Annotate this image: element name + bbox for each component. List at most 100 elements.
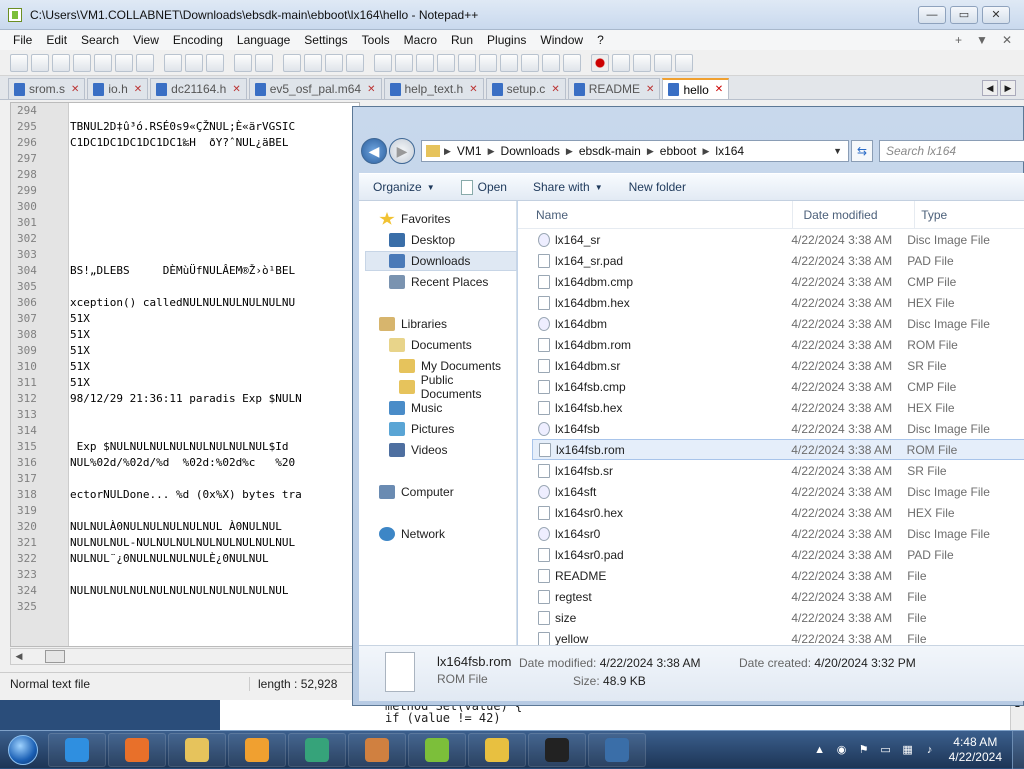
nav-downloads[interactable]: Downloads — [365, 251, 517, 271]
action-center-flag-icon[interactable]: ⚑ — [857, 743, 871, 757]
menu-search[interactable]: Search — [74, 33, 126, 47]
column-name-header[interactable]: Name — [518, 201, 794, 229]
play-macro-icon[interactable] — [633, 53, 651, 72]
nav-videos[interactable]: Videos — [389, 440, 447, 460]
file-row[interactable]: lx164dbm.rom 4/22/2024 3:38 AM ROM File — [532, 334, 1024, 355]
menu-macro[interactable]: Macro — [397, 33, 444, 47]
tab-io-h[interactable]: io.h ✕ — [87, 78, 149, 99]
title-bar[interactable]: C:\Users\VM1.COLLABNET\Downloads\ebsdk-m… — [0, 0, 1024, 30]
menu-plugins[interactable]: Plugins — [480, 33, 533, 47]
start-button[interactable] — [0, 732, 46, 768]
network-status-icon[interactable]: ▦ — [901, 743, 915, 757]
menu-tools[interactable]: Tools — [355, 33, 397, 47]
file-row[interactable]: lx164sr0.pad 4/22/2024 3:38 AM PAD File — [532, 544, 1024, 565]
code-line[interactable] — [70, 407, 359, 423]
clock[interactable]: 4:48 AM 4/22/2024 — [949, 735, 1002, 765]
record-macro-icon[interactable] — [591, 53, 609, 72]
code-line[interactable] — [70, 279, 359, 295]
cut-icon[interactable] — [164, 53, 182, 72]
taskbar-app-green-circle[interactable] — [288, 732, 346, 767]
open-button[interactable]: Open — [460, 179, 507, 195]
tab-list-icon[interactable]: ▼ — [976, 33, 988, 47]
indent-guide-icon[interactable] — [458, 53, 476, 72]
code-line[interactable] — [70, 247, 359, 263]
copy-icon[interactable] — [185, 53, 203, 72]
tab-close-icon[interactable]: ✕ — [71, 84, 79, 95]
tab-close-icon[interactable]: ✕ — [551, 84, 559, 95]
scroll-left-icon[interactable]: ◀ — [11, 651, 27, 662]
file-row[interactable]: yellow 4/22/2024 3:38 AM File — [532, 628, 1024, 645]
organize-button[interactable]: Organize ▼ — [373, 180, 435, 194]
tab-help-text-h[interactable]: help_text.h ✕ — [383, 78, 484, 99]
code-line[interactable] — [70, 471, 359, 487]
code-line[interactable]: TBNUL2D‡û³ó.RSÉ0s9«ÇŽNUL;È«ärVGSIC — [70, 119, 359, 135]
save-all-icon[interactable] — [73, 53, 91, 72]
tab-close-icon[interactable]: ✕ — [646, 84, 654, 95]
tab-readme[interactable]: README ✕ — [567, 78, 661, 99]
taskbar-7zip[interactable] — [528, 732, 586, 767]
file-row[interactable]: lx164fsb 4/22/2024 3:38 AM Disc Image File — [532, 418, 1024, 439]
show-hidden-icons-icon[interactable]: ▲ — [813, 743, 827, 757]
tab-close-icon[interactable]: ✕ — [469, 84, 477, 95]
share-with-button[interactable]: Share with ▼ — [533, 180, 603, 194]
menu-settings[interactable]: Settings — [297, 33, 354, 47]
code-line[interactable]: 51X — [70, 311, 359, 327]
tab-ev5-osf-pal[interactable]: ev5_osf_pal.m64 ✕ — [248, 78, 382, 99]
menu-help[interactable]: ? — [590, 33, 611, 47]
column-type-header[interactable]: Type — [915, 201, 1024, 229]
nav-computer[interactable]: Computer — [379, 482, 454, 502]
back-arrow-icon[interactable]: ◀ — [361, 138, 387, 164]
redo-icon[interactable] — [255, 53, 273, 72]
menu-window[interactable]: Window — [533, 33, 590, 47]
code-line[interactable]: xception() calledNULNULNULNULNULNU — [70, 295, 359, 311]
breadcrumb-lx164[interactable]: lx164 — [711, 144, 748, 158]
print-icon[interactable] — [136, 53, 154, 72]
column-date-header[interactable]: Date modified — [793, 201, 916, 229]
stop-macro-icon[interactable] — [612, 53, 630, 72]
menu-language[interactable]: Language — [230, 33, 297, 47]
code-line[interactable]: 51X — [70, 343, 359, 359]
tab-scroll-right-icon[interactable]: ▶ — [1000, 80, 1016, 96]
breadcrumb-vm1[interactable]: VM1 — [453, 144, 486, 158]
sync-horizontal-icon[interactable] — [395, 53, 413, 72]
search-input[interactable]: Search lx164 — [879, 140, 1024, 162]
tab-close-icon[interactable]: ✕ — [232, 84, 240, 95]
address-bar[interactable]: ▶ VM1 ▶ Downloads ▶ ebsdk-main ▶ ebboot … — [421, 140, 849, 162]
taskbar-firefox[interactable] — [108, 732, 166, 767]
zoom-out-icon[interactable] — [346, 53, 364, 72]
tab-srom-s[interactable]: srom.s ✕ — [8, 78, 86, 99]
code-line[interactable] — [70, 503, 359, 519]
code-line[interactable]: NULNULÀ0NULNULNULNULNUL À0NULNUL — [70, 519, 359, 535]
file-row[interactable]: size 4/22/2024 3:38 AM File — [532, 607, 1024, 628]
code-line[interactable] — [70, 567, 359, 583]
code-line[interactable]: C1DC1DC1DC1DC1DC1‰H ðY?ˆNUL¿äBEL — [70, 135, 359, 151]
save-macro-icon[interactable] — [675, 53, 693, 72]
file-row[interactable]: lx164fsb.sr 4/22/2024 3:38 AM SR File — [532, 460, 1024, 481]
tab-hello[interactable]: hello ✕ — [662, 78, 730, 99]
doc-map-icon[interactable] — [500, 53, 518, 72]
tab-dc21164-h[interactable]: dc21164.h ✕ — [150, 78, 247, 99]
file-row[interactable]: lx164sr0.hex 4/22/2024 3:38 AM HEX File — [532, 502, 1024, 523]
file-row[interactable]: lx164fsb.rom 4/22/2024 3:38 AM ROM File — [532, 439, 1024, 460]
nav-favorites[interactable]: Favorites — [379, 209, 450, 229]
close-all-icon[interactable] — [115, 53, 133, 72]
code-line[interactable]: NULNULNUL-NULNULNULNULNULNULNULNUL — [70, 535, 359, 551]
user-language-icon[interactable] — [479, 53, 497, 72]
menu-file[interactable]: File — [6, 33, 39, 47]
code-text[interactable]: TBNUL2D‡û³ó.RSÉ0s9«ÇŽNUL;È«ärVGSIC C1DC1D… — [70, 103, 359, 615]
file-row[interactable]: regtest 4/22/2024 3:38 AM File — [532, 586, 1024, 607]
function-list-icon[interactable] — [521, 53, 539, 72]
code-line[interactable] — [70, 599, 359, 615]
zoom-in-icon[interactable] — [325, 53, 343, 72]
maximize-button[interactable]: ▭ — [950, 5, 978, 24]
forward-arrow-icon[interactable]: ▶ — [389, 138, 415, 164]
code-line[interactable]: BS!„DLEBS DÈMùÜfNULÂEM®Ž›ò¹BEL — [70, 263, 359, 279]
tab-close-icon[interactable]: ✕ — [367, 84, 375, 95]
nav-music[interactable]: Music — [389, 398, 442, 418]
menu-encoding[interactable]: Encoding — [166, 33, 230, 47]
volume-icon[interactable]: ♪ — [923, 743, 937, 757]
horizontal-scrollbar[interactable]: ◀ — [10, 648, 360, 665]
file-row[interactable]: lx164fsb.cmp 4/22/2024 3:38 AM CMP File — [532, 376, 1024, 397]
menu-edit[interactable]: Edit — [39, 33, 74, 47]
breadcrumb-ebsdk-main[interactable]: ebsdk-main — [575, 144, 645, 158]
